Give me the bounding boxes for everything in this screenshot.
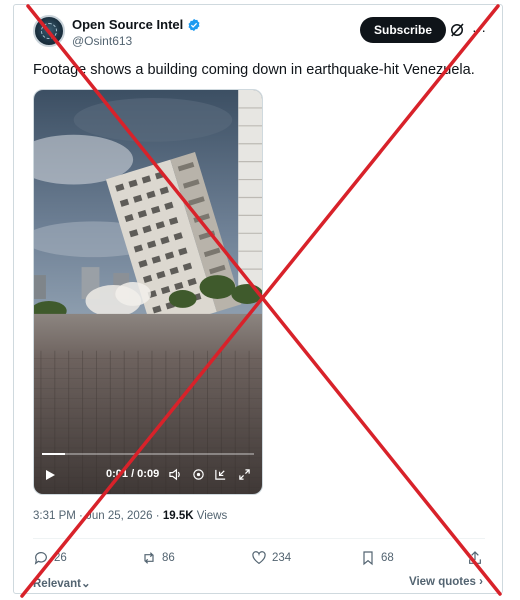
account-name[interactable]: Open Source Intel [72, 17, 201, 32]
repost-icon [144, 552, 154, 564]
grok-icon[interactable] [448, 21, 466, 39]
volume-icon[interactable] [169, 468, 182, 481]
reply-icon [34, 552, 47, 565]
repost-button[interactable]: 86 [141, 550, 175, 566]
reply-count: 26 [54, 552, 67, 564]
chevron-right-icon: › [479, 576, 483, 588]
settings-icon[interactable] [192, 468, 205, 481]
divider [33, 538, 485, 539]
fullscreen-icon[interactable] [238, 468, 251, 481]
verified-badge-icon [188, 18, 200, 31]
bookmark-count: 68 [381, 552, 394, 564]
sort-dropdown[interactable]: Relevant⌄ [33, 576, 91, 590]
account-handle[interactable]: @Osint613 [72, 34, 132, 48]
osint-logo-icon [41, 23, 57, 39]
tweet-meta: 3:31 PM · Jun 25, 2026 · 19.5K Views [33, 510, 227, 522]
reply-button[interactable]: 26 [33, 550, 67, 566]
heart-icon [252, 551, 266, 565]
tweet-date[interactable]: Jun 25, 2026 [86, 510, 153, 522]
video-frame [34, 90, 262, 494]
sort-label: Relevant [33, 578, 81, 590]
minimize-icon[interactable] [214, 468, 227, 481]
share-button[interactable] [467, 550, 483, 566]
share-icon [469, 551, 481, 564]
view-quotes-link[interactable]: View quotes › [409, 576, 483, 588]
action-bar: 26 86 234 68 [33, 550, 485, 568]
views-count: 19.5K [162, 510, 194, 522]
account-name-text[interactable]: Open Source Intel [72, 17, 183, 32]
play-icon[interactable] [44, 469, 56, 481]
subscribe-button[interactable]: Subscribe [360, 17, 447, 43]
video-time: 0:01 / 0:09 [106, 468, 160, 480]
view-quotes-label: View quotes [409, 576, 476, 588]
video-progress-track[interactable] [42, 453, 254, 455]
video-player[interactable]: 0:01 / 0:09 [33, 89, 263, 495]
meta-separator: · [79, 510, 83, 522]
tweet-time[interactable]: 3:31 PM [33, 510, 76, 522]
chevron-down-icon: ⌄ [80, 578, 91, 590]
bookmark-button[interactable]: 68 [360, 550, 394, 566]
video-controls: 0:01 / 0:09 [34, 464, 262, 486]
avatar[interactable] [33, 15, 65, 47]
meta-separator: · [155, 510, 160, 522]
views-label: Views [196, 510, 228, 522]
repost-count: 86 [162, 552, 175, 564]
more-icon[interactable]: ··· [472, 21, 486, 39]
bookmark-icon [363, 551, 373, 566]
like-button[interactable]: 234 [251, 550, 291, 566]
tweet-text: Footage shows a building coming down in … [33, 62, 475, 78]
video-progress-fill [42, 453, 66, 455]
like-count: 234 [272, 552, 292, 564]
